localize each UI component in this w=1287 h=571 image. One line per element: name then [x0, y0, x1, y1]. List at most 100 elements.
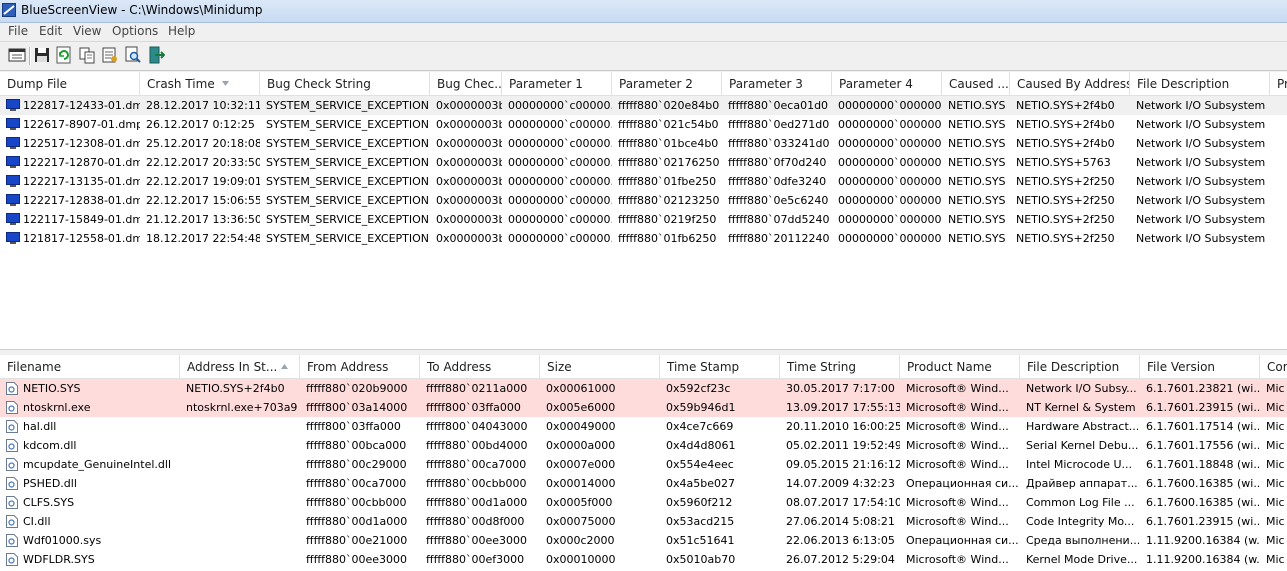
cell-product-name [1270, 229, 1287, 248]
column-filename[interactable]: Filename [0, 355, 180, 378]
cell-parameter-1: 00000000`c00000... [508, 175, 612, 188]
column-file-description[interactable]: File Description [1020, 355, 1140, 378]
cell-caused-by-address: NETIO.SYS+2f4b0 [1016, 137, 1115, 150]
cell-caused-by-address: NETIO.SYS+2f250 [1016, 213, 1115, 226]
cell-parameter-1: 00000000`c00000... [508, 118, 612, 131]
cell-product-name [1270, 115, 1287, 134]
column-bug-check-code[interactable]: Bug Chec... [430, 72, 502, 95]
cell-to-address: fffff880`00ee3000 [426, 534, 528, 547]
sort-descending-icon [222, 81, 229, 86]
cell-file-version: 1.11.9200.16384 (w... [1146, 553, 1260, 566]
cell-file-version: 6.1.7601.23915 (wi... [1146, 401, 1260, 414]
module-list-header: Filename Address In St... From Address T… [0, 355, 1287, 379]
cell-file-description: Среда выполнени... [1026, 534, 1140, 547]
cell-time-stamp: 0x592cf23c [666, 382, 731, 395]
module-file-icon [6, 496, 18, 509]
column-parameter-2[interactable]: Parameter 2 [612, 72, 722, 95]
module-list[interactable]: Filename Address In St... From Address T… [0, 355, 1287, 571]
cell-to-address: fffff800`04043000 [426, 420, 528, 433]
cell-product-name [1270, 96, 1287, 115]
cell-file-version: 6.1.7601.17514 (wi... [1146, 420, 1260, 433]
cell-product-name: Microsoft® Wind... [906, 515, 1009, 528]
dump-row[interactable]: 122217-12838-01.dmp 22.12.2017 15:06:55 SY… [0, 191, 1287, 210]
dump-row[interactable]: 122217-13135-01.dmp 22.12.2017 19:09:01 SY… [0, 172, 1287, 191]
cell-parameter-4: 00000000`000000... [838, 137, 942, 150]
menu-options[interactable]: Options [112, 24, 158, 38]
cell-from-address: fffff800`03ffa000 [306, 420, 401, 433]
module-row[interactable]: mcupdate_GenuineIntel.dll fffff880`00c290… [0, 455, 1287, 474]
module-row[interactable]: WDFLDR.SYS fffff880`00ee3000 fffff880`00ef… [0, 550, 1287, 569]
refresh-icon[interactable] [55, 46, 73, 64]
module-row[interactable]: PSHED.dll fffff880`00ca7000 fffff880`00cbb… [0, 474, 1287, 493]
module-row[interactable]: NETIO.SYS NETIO.SYS+2f4b0 fffff880`020b900… [0, 379, 1287, 398]
dump-row[interactable]: 122517-12308-01.dmp 25.12.2017 20:18:08 SY… [0, 134, 1287, 153]
cell-crash-time: 28.12.2017 10:32:11 [146, 99, 260, 112]
module-row[interactable]: hal.dll fffff800`03ffa000 fffff800`0404300… [0, 417, 1287, 436]
module-row[interactable]: CLFS.SYS fffff880`00cbb000 fffff880`00d1a0… [0, 493, 1287, 512]
column-bug-check-string[interactable]: Bug Check String [260, 72, 430, 95]
cell-address-in-stack [180, 436, 300, 455]
column-crash-time[interactable]: Crash Time [140, 72, 260, 95]
menu-file[interactable]: File [8, 24, 28, 38]
cell-file-description: Serial Kernel Debu... [1026, 439, 1139, 452]
column-company[interactable]: Cor [1260, 355, 1287, 378]
column-file-description[interactable]: File Description [1130, 72, 1270, 95]
cell-parameter-2: fffff880`020e84b0 [618, 99, 720, 112]
column-parameter-3[interactable]: Parameter 3 [722, 72, 832, 95]
dump-row[interactable]: 122217-12870-01.dmp 22.12.2017 20:33:50 SY… [0, 153, 1287, 172]
cell-file-description: Network I/O Subsystem [1136, 194, 1266, 207]
column-time-string[interactable]: Time String [780, 355, 900, 378]
cell-crash-time: 18.12.2017 22:54:48 [146, 232, 260, 245]
dump-row[interactable]: 122117-15849-01.dmp 21.12.2017 13:36:50 SY… [0, 210, 1287, 229]
module-row[interactable]: kdcom.dll fffff880`00bca000 fffff880`00bd4… [0, 436, 1287, 455]
column-dump-file[interactable]: Dump File [0, 72, 140, 95]
cell-from-address: fffff800`03a14000 [306, 401, 408, 414]
column-file-version[interactable]: File Version [1140, 355, 1260, 378]
cell-to-address: fffff880`00cbb000 [426, 477, 527, 490]
cell-parameter-1: 00000000`c00000... [508, 194, 612, 207]
column-parameter-1[interactable]: Parameter 1 [502, 72, 612, 95]
module-row[interactable]: ntoskrnl.exe ntoskrnl.exe+703a9 fffff800`0… [0, 398, 1287, 417]
column-size[interactable]: Size [540, 355, 660, 378]
cell-caused-by-address: NETIO.SYS+2f250 [1016, 175, 1115, 188]
window-title: BlueScreenView - C:\Windows\Minidump [21, 3, 263, 17]
dump-row[interactable]: 122817-12433-01.dmp 28.12.2017 10:32:11 SY… [0, 96, 1287, 115]
column-parameter-4[interactable]: Parameter 4 [832, 72, 942, 95]
cell-caused-by-address: NETIO.SYS+2f250 [1016, 194, 1115, 207]
save-icon[interactable] [33, 46, 51, 64]
menu-edit[interactable]: Edit [39, 24, 62, 38]
column-time-stamp[interactable]: Time Stamp [660, 355, 780, 378]
cell-parameter-1: 00000000`c00000... [508, 213, 612, 226]
module-file-icon [6, 534, 18, 547]
cell-file-version: 6.1.7600.16385 (wi... [1146, 496, 1260, 509]
module-file-icon [6, 458, 18, 471]
module-row[interactable]: CI.dll fffff880`00d1a000 fffff880`00d8f000… [0, 512, 1287, 531]
cell-file-description: Network I/O Subsystem [1136, 213, 1266, 226]
cell-filename: mcupdate_GenuineIntel.dll [23, 458, 171, 471]
column-product-name[interactable]: Pr [1270, 72, 1287, 95]
cell-address-in-stack [180, 474, 300, 493]
column-from-address[interactable]: From Address [300, 355, 420, 378]
cell-file-description: Network I/O Subsystem [1136, 232, 1266, 245]
exit-icon[interactable] [147, 46, 165, 64]
dump-list[interactable]: Dump File Crash Time Bug Check String Bu… [0, 72, 1287, 349]
copy-icon[interactable] [78, 46, 96, 64]
cell-size: 0x005e6000 [546, 401, 616, 414]
cell-file-description: Kernel Mode Drive... [1026, 553, 1138, 566]
cell-caused-by-address: NETIO.SYS+5763 [1016, 156, 1111, 169]
dump-row[interactable]: 122617-8907-01.dmp 26.12.2017 0:12:25 SYST… [0, 115, 1287, 134]
column-product-name[interactable]: Product Name [900, 355, 1020, 378]
cell-company: Mic [1266, 496, 1285, 509]
module-row[interactable]: Wdf01000.sys fffff880`00e21000 fffff880`00… [0, 531, 1287, 550]
menu-help[interactable]: Help [168, 24, 195, 38]
advanced-options-icon[interactable] [8, 46, 26, 64]
dump-row[interactable]: 121817-12558-01.dmp 18.12.2017 22:54:48 SY… [0, 229, 1287, 248]
column-to-address[interactable]: To Address [420, 355, 540, 378]
find-icon[interactable] [124, 46, 142, 64]
column-caused-by-address[interactable]: Caused By Address [1010, 72, 1130, 95]
toolbar-separator [29, 47, 31, 65]
menu-view[interactable]: View [73, 24, 101, 38]
properties-icon[interactable] [101, 46, 119, 64]
column-caused-by-driver[interactable]: Caused ... [942, 72, 1010, 95]
cell-caused-by-driver: NETIO.SYS [948, 194, 1006, 207]
